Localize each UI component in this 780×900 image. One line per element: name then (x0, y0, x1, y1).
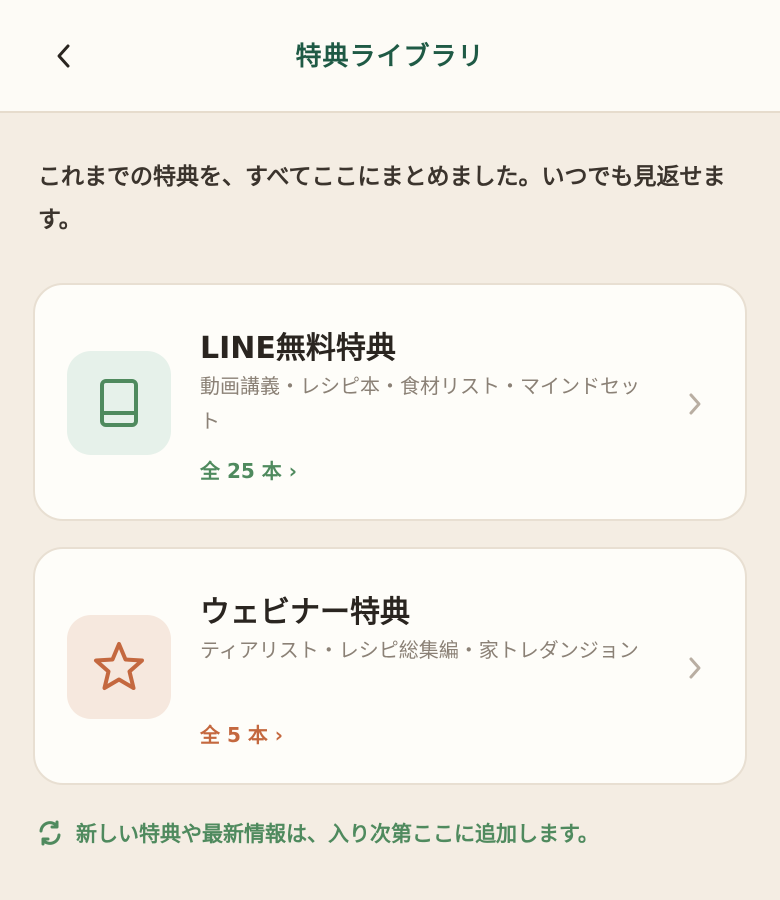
card-count-link[interactable]: 全 25 本 › (200, 455, 297, 484)
webinar-icon-box (67, 615, 171, 719)
card-description: ティアリスト・レシピ総集編・家トレダンジョン (200, 638, 639, 662)
book-icon (100, 379, 138, 427)
chevron-right-icon (683, 389, 707, 419)
chevron-right-icon (683, 653, 707, 683)
card-title: ウェビナー特典 (200, 595, 410, 630)
card-count-link[interactable]: 全 5 本 › (200, 719, 283, 748)
header-bar: 特典ライブラリ (0, 0, 780, 113)
update-note-text: 新しい特典や最新情報は、入り次第ここに追加します。 (76, 822, 599, 846)
page-title: 特典ライブラリ (295, 42, 485, 72)
webinar-benefits-card[interactable]: ウェビナー特典 ティアリスト・レシピ総集編・家トレダンジョン 全 5 本 › (33, 547, 747, 785)
update-note: 新しい特典や最新情報は、入り次第ここに追加します。 (36, 818, 599, 848)
card-title: LINE無料特典 (200, 331, 396, 366)
card-description: 動画講義・レシピ本・食材リスト・マインドセット (200, 374, 640, 433)
line-benefits-card[interactable]: LINE無料特典 動画講義・レシピ本・食材リスト・マインドセット 全 25 本 … (33, 283, 747, 521)
refresh-icon (39, 820, 61, 846)
star-icon (94, 642, 144, 690)
intro-text: これまでの特典を、すべてここにまとめました。いつでも見返せます。 (38, 164, 726, 233)
line-icon-box (67, 351, 171, 455)
